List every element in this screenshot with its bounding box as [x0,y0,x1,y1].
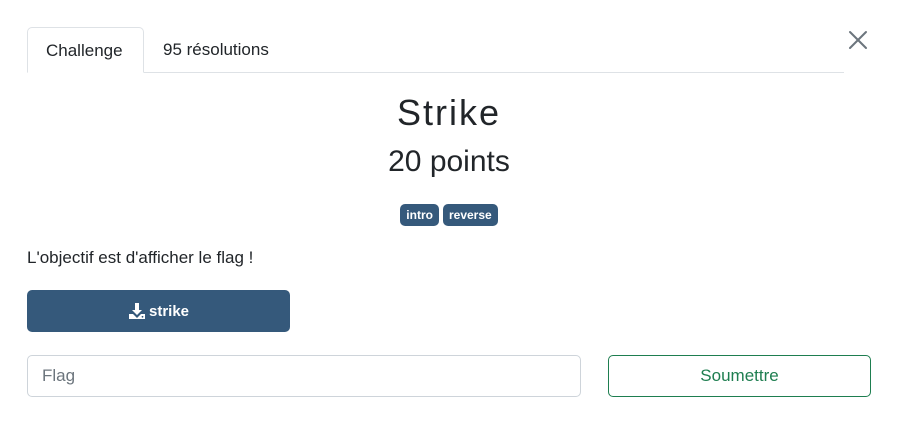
challenge-description: L'objectif est d'afficher le flag ! [27,248,254,267]
flag-input[interactable] [27,355,581,397]
tab-challenge[interactable]: Challenge [27,27,144,73]
tag-badge: reverse [442,204,498,226]
challenge-points: 20 points [388,145,510,178]
tab-solves[interactable]: 95 résolutions [145,27,287,73]
download-file-button[interactable]: strike [27,290,290,332]
tab-bar: Challenge 95 résolutions [27,27,844,73]
close-icon [849,31,867,49]
tag-list: intro reverse [0,204,898,226]
challenge-modal: Challenge 95 résolutions Strike 20 point… [0,0,898,424]
download-icon [128,303,145,319]
tag-badge: intro [400,204,439,226]
close-button[interactable] [846,28,870,52]
submit-button[interactable]: Soumettre [608,355,871,397]
challenge-title: Strike [396,92,502,133]
download-file-label: strike [148,302,190,320]
